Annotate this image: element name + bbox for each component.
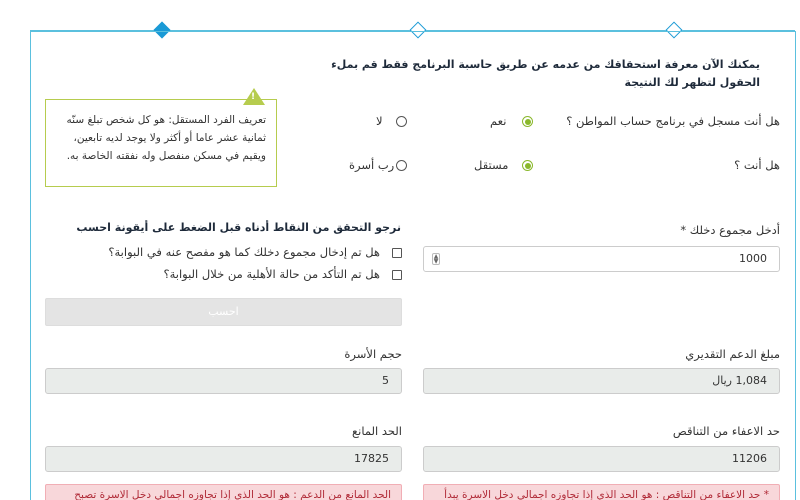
q1-yes-label[interactable]: نعم [490,114,506,128]
check-eligibility-checkbox[interactable] [392,270,402,280]
independent-definition-tooltip: تعريف الفرد المستقل: هو كل شخص تبلغ سنّه… [45,99,277,187]
q1-yes-radio[interactable] [522,116,533,127]
q1-label: هل أنت مسجل في برنامج حساب المواطن ؟ [566,114,780,128]
check-income-checkbox[interactable] [392,248,402,258]
check-income-label[interactable]: هل تم إدخال مجموع دخلك كما هو مفصح عنه ف… [108,245,380,259]
checklist-title: نرجو التحقق من النقاط أدناه قبل الضغط عل… [76,221,401,234]
barrier-label: الحد المانع [352,424,402,438]
exemption-label: حد الاعفاء من التناقص [672,424,780,438]
number-spinner-icon[interactable]: ▲ ▼ [432,253,440,265]
family-size-label: حجم الأسرة [344,347,402,361]
warning-icon: ! [243,88,265,105]
q1-no-radio[interactable] [396,116,407,127]
income-value: 1000 [739,252,767,265]
q2-family-head-label[interactable]: رب أسرة [349,158,394,172]
exemption-alert: * حد الاعفاء من التناقص : هو الحد الذي إ… [423,484,780,500]
barrier-field: 17825 [45,446,402,472]
support-label: مبلغ الدعم التقديري [685,347,780,361]
q2-independent-radio[interactable] [522,160,533,171]
check-eligibility-label[interactable]: هل تم التأكد من حالة الأهلية من خلال الب… [163,267,380,281]
income-input[interactable]: 1000 ▲ ▼ [423,246,780,272]
intro-text: يمكنك الآن معرفة استحقاقك من عدمه عن طري… [331,58,760,89]
calculate-button[interactable]: احسب [45,298,402,326]
support-field: 1,084 ريال [423,368,780,394]
q1-no-label[interactable]: لا [376,114,383,128]
q2-family-head-radio[interactable] [396,160,407,171]
income-label: أدخل مجموع دخلك * [680,223,780,237]
q2-independent-label[interactable]: مستقل [474,158,508,172]
exemption-field: 11206 [423,446,780,472]
family-size-field: 5 [45,368,402,394]
q2-label: هل أنت ؟ [734,158,780,172]
barrier-alert: الحد المانع من الدعم : هو الحد الذي إذا … [45,484,402,500]
